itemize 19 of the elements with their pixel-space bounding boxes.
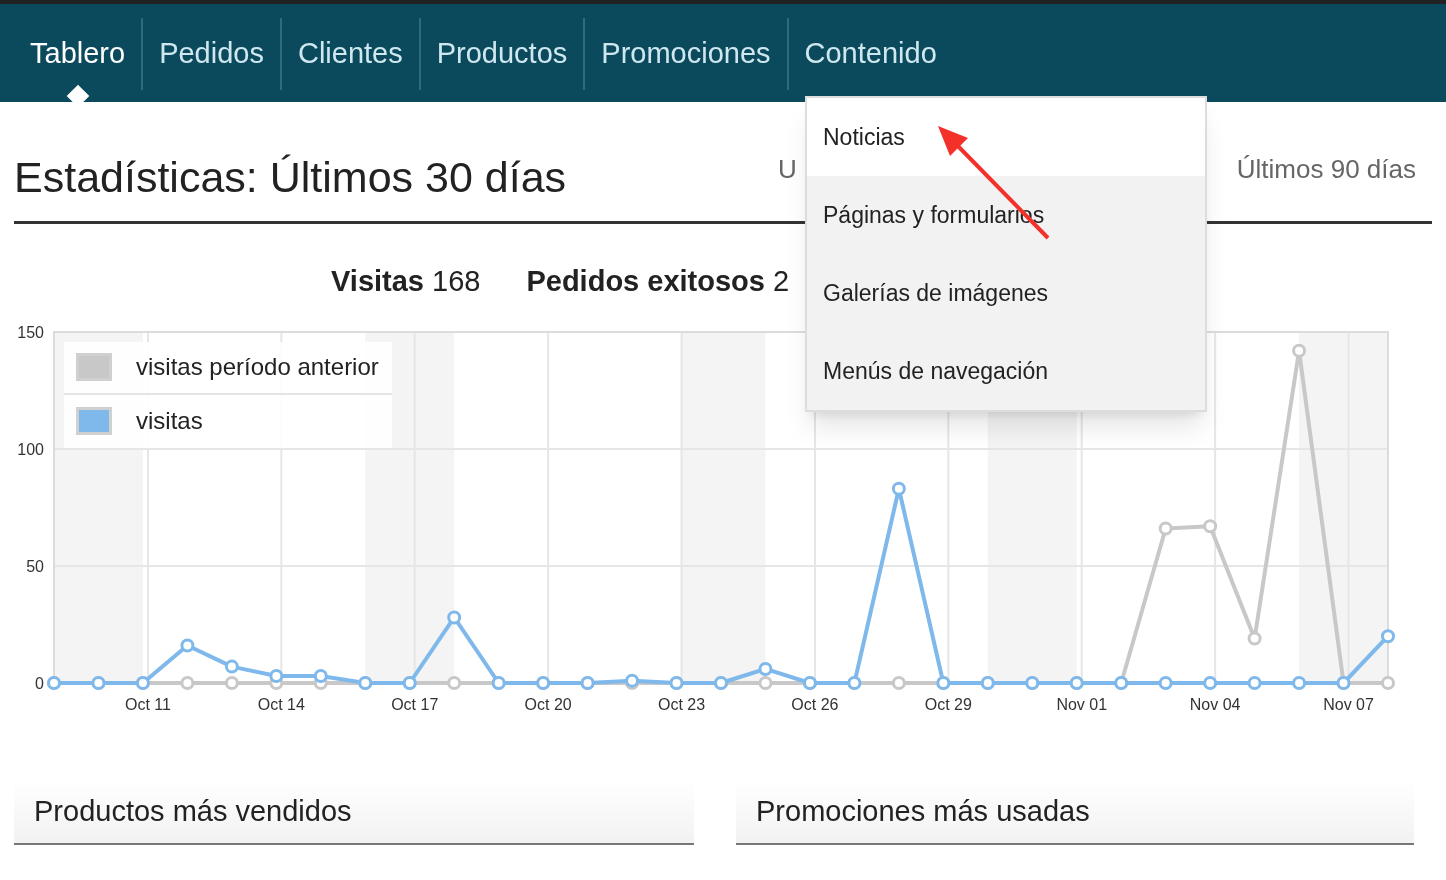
axis-label: Oct 26 (791, 695, 839, 713)
axis-label: Oct 17 (391, 695, 439, 713)
axis-label: 100 (17, 440, 44, 458)
axis-label: Nov 04 (1189, 695, 1241, 713)
axis-label: Oct 14 (257, 695, 305, 713)
stat-summary: Pedidos exitosos 2 (526, 264, 790, 299)
axis-label: 50 (26, 557, 44, 575)
axis-label: 0 (35, 674, 44, 692)
axis-label: Nov 07 (1323, 695, 1374, 713)
legend-label: visitas (136, 406, 203, 436)
axis-label: 150 (17, 323, 44, 341)
axis-label: Oct 29 (924, 695, 972, 713)
stat-summary: Visitas 168 (331, 264, 481, 299)
legend-label: visitas período anterior (136, 352, 379, 382)
axis-label: Nov 01 (1056, 695, 1108, 713)
page-heading: Estadísticas: Últimos 30 días (14, 152, 567, 203)
axis-label: Oct 11 (124, 695, 171, 713)
axis-label: Oct 20 (524, 695, 572, 713)
axis-label: Oct 23 (657, 695, 706, 713)
